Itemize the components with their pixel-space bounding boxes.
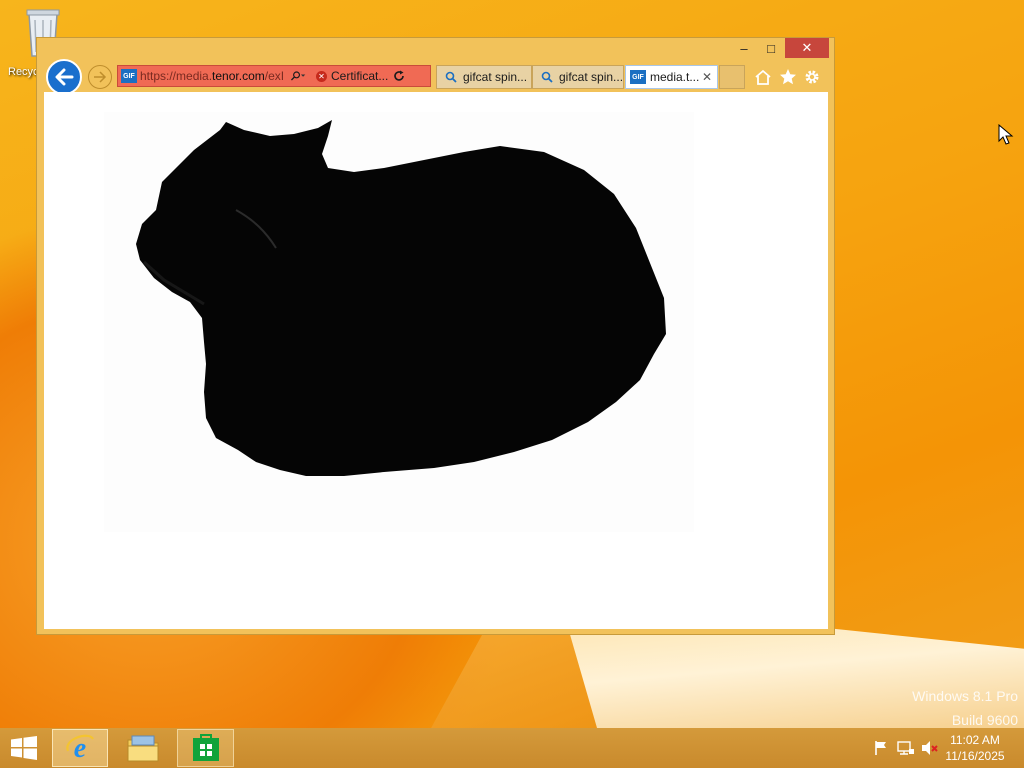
recycle-bin-label: Recyc — [8, 66, 39, 78]
tab-label: gifcat spin... — [463, 70, 528, 84]
forward-button[interactable] — [88, 65, 112, 89]
new-tab-button[interactable] — [719, 65, 745, 89]
tab-gifcat-1[interactable]: gifcat spin... — [436, 65, 532, 89]
page-content — [44, 92, 828, 629]
watermark-edition: Windows 8.1 Pro — [912, 688, 1018, 704]
search-icon — [541, 71, 553, 83]
action-center-flag-icon[interactable] — [872, 736, 890, 760]
internet-explorer-icon: e — [66, 733, 94, 763]
windows-logo-icon — [11, 736, 37, 760]
tab-label: gifcat spin... — [559, 70, 623, 84]
taskbar-internet-explorer[interactable]: e — [52, 729, 108, 767]
back-button[interactable] — [46, 59, 82, 95]
home-icon[interactable] — [753, 67, 773, 87]
gif-favicon-icon: GIF — [121, 69, 137, 83]
browser-window: – □ ✕ GIF https://media.tenor.com/exI ✕ … — [36, 37, 835, 635]
taskbar: e 11:02 AM 11/16/2025 — [0, 728, 1024, 768]
os-watermark: Windows 8.1 Pro Build 9600 — [912, 684, 1018, 732]
black-cat-gif-image — [104, 112, 694, 532]
back-arrow-icon — [55, 68, 74, 86]
favorites-star-icon[interactable] — [778, 67, 798, 87]
certificate-error-label[interactable]: Certificat... — [331, 69, 391, 83]
search-dropdown-icon[interactable] — [290, 69, 306, 83]
forward-arrow-icon — [94, 71, 107, 83]
settings-gear-icon[interactable] — [802, 67, 822, 87]
file-explorer-icon — [127, 735, 159, 762]
store-icon — [192, 734, 219, 761]
network-icon[interactable] — [896, 736, 916, 760]
url-text[interactable]: https://media.tenor.com/exI — [140, 69, 290, 83]
search-icon — [445, 71, 457, 83]
mouse-cursor-icon — [998, 124, 1014, 145]
clock-time: 11:02 AM — [950, 733, 1000, 747]
gif-favicon-icon: GIF — [630, 70, 646, 84]
tab-media-active[interactable]: GIF media.t... ✕ — [625, 65, 718, 89]
refresh-icon[interactable] — [391, 70, 407, 82]
tab-label: media.t... — [650, 70, 700, 84]
certificate-error-icon: ✕ — [316, 70, 327, 82]
tab-close-icon[interactable]: ✕ — [702, 70, 712, 84]
maximize-button[interactable]: □ — [759, 38, 783, 58]
taskbar-store[interactable] — [177, 729, 234, 767]
taskbar-file-explorer[interactable] — [117, 729, 169, 767]
minimize-button[interactable]: – — [732, 38, 756, 58]
address-bar[interactable]: GIF https://media.tenor.com/exI ✕ Certif… — [117, 65, 431, 87]
system-clock[interactable]: 11:02 AM 11/16/2025 — [940, 732, 1010, 764]
volume-muted-icon[interactable] — [920, 736, 940, 760]
clock-date: 11/16/2025 — [945, 749, 1005, 763]
close-button[interactable]: ✕ — [785, 38, 829, 58]
tab-gifcat-2[interactable]: gifcat spin... — [532, 65, 624, 89]
start-button[interactable] — [10, 736, 40, 760]
